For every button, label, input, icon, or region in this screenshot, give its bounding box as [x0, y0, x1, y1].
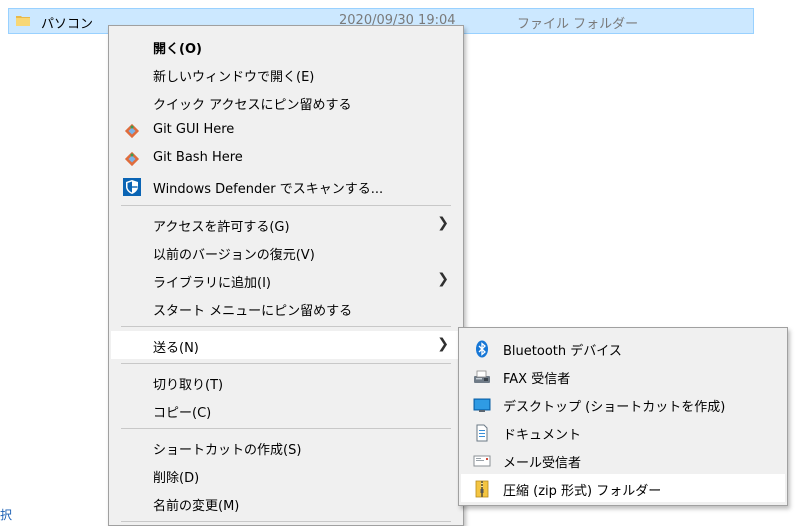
chevron-right-icon: ❯: [437, 336, 449, 352]
menu-item-create-shortcut[interactable]: ショートカットの作成(S): [111, 433, 461, 461]
menu-item-label: デスクトップ (ショートカットを作成): [503, 400, 726, 415]
menu-item-label: ショートカットの作成(S): [153, 443, 302, 458]
menu-separator: [121, 205, 451, 206]
menu-item-delete[interactable]: 削除(D): [111, 461, 461, 489]
defender-shield-icon: [123, 178, 141, 196]
menu-item-include-library[interactable]: ライブラリに追加(I) ❯: [111, 266, 461, 294]
menu-separator: [121, 363, 451, 364]
git-icon: [124, 151, 140, 167]
send-to-zip-folder[interactable]: 圧縮 (zip 形式) フォルダー: [461, 474, 785, 502]
menu-item-send-to[interactable]: 送る(N) ❯: [111, 331, 461, 359]
menu-separator: [121, 428, 451, 429]
menu-item-git-bash[interactable]: Git Bash Here: [111, 144, 461, 172]
menu-item-rename[interactable]: 名前の変更(M): [111, 489, 461, 517]
send-to-documents[interactable]: ドキュメント: [461, 418, 785, 446]
mail-icon: [473, 455, 491, 467]
menu-item-copy[interactable]: コピー(C): [111, 396, 461, 424]
menu-item-cut[interactable]: 切り取り(T): [111, 368, 461, 396]
send-to-fax[interactable]: FAX 受信者: [461, 362, 785, 390]
menu-item-label: 以前のバージョンの復元(V): [153, 248, 315, 263]
menu-item-label: コピー(C): [153, 406, 212, 421]
menu-item-label: アクセスを許可する(G): [153, 220, 290, 235]
menu-item-label: FAX 受信者: [503, 372, 571, 387]
folder-icon: [16, 16, 30, 26]
menu-item-label: 名前の変更(M): [153, 499, 240, 514]
status-bar-text: 択: [0, 508, 13, 522]
send-to-bluetooth[interactable]: Bluetooth デバイス: [461, 334, 785, 362]
menu-item-label: 開く(O): [153, 42, 202, 57]
bluetooth-icon: [476, 340, 488, 358]
file-type: ファイル フォルダー: [517, 17, 639, 32]
fax-icon: [474, 370, 490, 383]
menu-separator: [121, 521, 451, 522]
send-to-mail[interactable]: メール受信者: [461, 446, 785, 474]
menu-item-label: 送る(N): [153, 341, 199, 356]
menu-item-restore-versions[interactable]: 以前のバージョンの復元(V): [111, 238, 461, 266]
menu-item-label: スタート メニューにピン留めする: [153, 304, 353, 319]
send-to-desktop[interactable]: デスクトップ (ショートカットを作成): [461, 390, 785, 418]
menu-item-pin-start[interactable]: スタート メニューにピン留めする: [111, 294, 461, 322]
chevron-right-icon: ❯: [437, 271, 449, 287]
zip-folder-icon: [475, 480, 489, 498]
menu-item-label: 新しいウィンドウで開く(E): [153, 70, 315, 85]
send-to-submenu: Bluetooth デバイス FAX 受信者 デスクトップ (ショートカットを作…: [458, 327, 788, 506]
menu-item-label: 切り取り(T): [153, 378, 224, 393]
menu-item-label: クイック アクセスにピン留めする: [153, 98, 352, 113]
menu-item-label: Git GUI Here: [153, 122, 235, 137]
menu-item-label: Bluetooth デバイス: [503, 344, 622, 359]
menu-item-label: ライブラリに追加(I): [153, 276, 271, 291]
menu-item-git-gui[interactable]: Git GUI Here: [111, 116, 461, 144]
menu-item-defender-scan[interactable]: Windows Defender でスキャンする...: [111, 172, 461, 200]
menu-item-open[interactable]: 開く(O): [111, 32, 461, 60]
context-menu: 開く(O) 新しいウィンドウで開く(E) クイック アクセスにピン留めする Gi…: [108, 25, 464, 526]
menu-item-label: Git Bash Here: [153, 150, 243, 165]
menu-item-give-access[interactable]: アクセスを許可する(G) ❯: [111, 210, 461, 238]
menu-item-label: メール受信者: [503, 456, 582, 471]
menu-item-pin-quick-access[interactable]: クイック アクセスにピン留めする: [111, 88, 461, 116]
git-icon: [124, 123, 140, 139]
menu-item-label: 圧縮 (zip 形式) フォルダー: [503, 484, 662, 499]
menu-item-label: 削除(D): [153, 471, 200, 486]
menu-separator: [121, 326, 451, 327]
menu-item-label: Windows Defender でスキャンする...: [153, 182, 384, 197]
menu-item-label: ドキュメント: [503, 428, 582, 443]
menu-item-open-new-window[interactable]: 新しいウィンドウで開く(E): [111, 60, 461, 88]
file-name: パソコン: [41, 17, 94, 32]
documents-icon: [476, 424, 488, 442]
chevron-right-icon: ❯: [437, 215, 449, 231]
desktop-icon: [473, 398, 491, 412]
